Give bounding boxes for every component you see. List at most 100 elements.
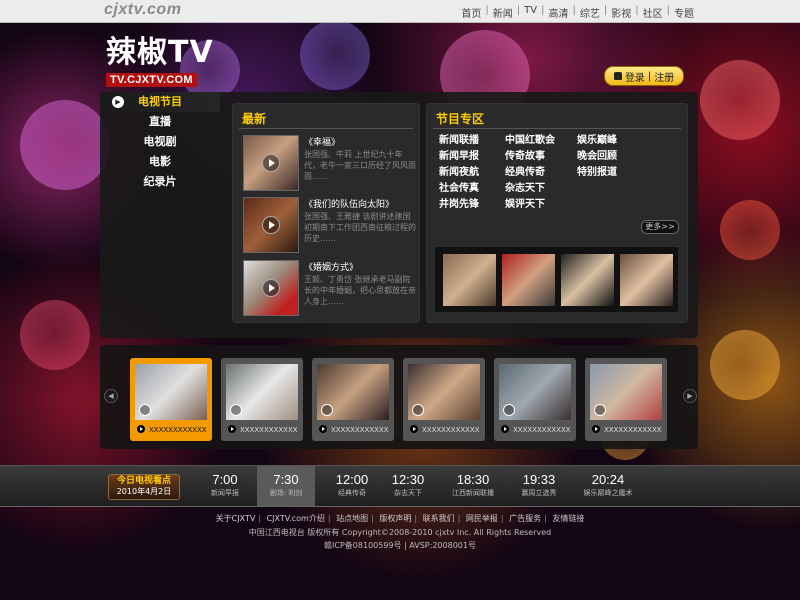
top-nav-home[interactable]: 首页 (459, 5, 483, 20)
news-title[interactable]: 《我们的队伍向太阳》 (304, 197, 394, 210)
slot-program: 新闻早报 (211, 489, 239, 497)
news-item[interactable]: 《婚姻方式》 王姬、丁勇岱 张继承老马副院长的中年婚姻，把心思都放在亲人身上…… (243, 260, 416, 316)
footer: 关于CJXTV | CJXTV.com介绍 | 站点地图 | 版权声明 | 联系我们 | … (0, 512, 800, 552)
program-thumbnail[interactable] (443, 254, 496, 306)
bokeh-bubble (20, 300, 90, 370)
bokeh-bubble (20, 100, 110, 190)
footer-link[interactable]: 广告服务 (509, 514, 541, 523)
program-thumbnail[interactable] (561, 254, 614, 306)
slot-program: 娱乐巅峰之魔术 (583, 489, 633, 497)
divider (239, 128, 413, 129)
play-icon (137, 425, 145, 433)
schedule-slot[interactable]: 20:24 娱乐巅峰之魔术 (574, 466, 642, 506)
brand-title: 辣椒TV (106, 35, 214, 70)
carousel-item[interactable]: XXXXXXXXXXXX (585, 358, 667, 441)
news-item[interactable]: 《幸福》 张国强、牛莉 上世纪九十年代，老牛一家三口历经了风风雨雨…… (243, 135, 416, 191)
arrow-right-icon: ▶ (112, 96, 124, 108)
footer-link[interactable]: 网民举报 (466, 514, 498, 523)
sidebar-item-tv-series[interactable]: 电视剧 (100, 132, 220, 152)
news-thumbnail[interactable] (243, 260, 299, 316)
news-description: 王姬、丁勇岱 张继承老马副院长的中年婚姻，把心思都放在亲人身上…… (304, 275, 416, 306)
footer-link[interactable]: 站点地图 (336, 514, 368, 523)
top-nav-community[interactable]: 社区 (641, 5, 665, 20)
news-description: 张国强、王雅捷 该剧讲述建国初期南下工作团西南征粮过程的历史…… (304, 212, 416, 243)
program-link[interactable]: 新闻夜航 (439, 163, 479, 178)
program-thumbnail[interactable] (620, 254, 673, 306)
carousel-item[interactable]: XXXXXXXXXXXX (312, 358, 394, 441)
top-nav-hd[interactable]: 高清 (547, 5, 571, 20)
carousel-item[interactable]: XXXXXXXXXXXX (221, 358, 303, 441)
slot-time: 18:30 (456, 472, 490, 487)
sidebar-item-live[interactable]: 直播 (100, 112, 220, 132)
program-link[interactable]: 特别报道 (577, 163, 617, 178)
sidebar-item-documentary[interactable]: 纪录片 (100, 172, 220, 192)
carousel-next-button[interactable]: ▶ (683, 389, 697, 403)
carousel-item[interactable]: XXXXXXXXXXXX (130, 358, 212, 441)
top-nav-tv[interactable]: TV (522, 5, 539, 20)
program-thumbnails (435, 247, 678, 312)
play-icon (503, 404, 515, 416)
program-link[interactable]: 社会传真 (439, 179, 479, 194)
carousel-item[interactable]: XXXXXXXXXXXX (494, 358, 576, 441)
play-icon (262, 154, 280, 172)
program-link[interactable]: 娱评天下 (505, 195, 545, 210)
carousel-item[interactable]: XXXXXXXXXXXX (403, 358, 485, 441)
divider (433, 128, 681, 129)
register-link[interactable]: 注册 (654, 69, 674, 84)
news-item[interactable]: 《我们的队伍向太阳》 张国强、王雅捷 该剧讲述建国初期南下工作团西南征粮过程的历… (243, 197, 416, 253)
footer-link[interactable]: CJXTV.com介绍 (267, 514, 325, 523)
top-nav-film[interactable]: 影视 (609, 5, 633, 20)
carousel-item-label: XXXXXXXXXXXX (513, 426, 571, 434)
slot-time: 7:30 (273, 472, 299, 487)
carousel-thumbnail (317, 364, 389, 420)
schedule-slot[interactable]: 19:33 赢周立选秀 (508, 466, 570, 506)
program-link[interactable]: 晚会回顾 (577, 147, 617, 162)
news-thumbnail[interactable] (243, 135, 299, 191)
sidebar-item-movies[interactable]: 电影 (100, 152, 220, 172)
more-button[interactable]: 更多>> (641, 220, 679, 234)
today-highlights-title: 今日电视看点 (116, 476, 171, 486)
schedule-slot[interactable]: 12:00 经典传奇 (321, 466, 383, 506)
program-link[interactable]: 娱乐巅峰 (577, 131, 617, 146)
footer-link[interactable]: 联系我们 (423, 514, 455, 523)
top-nav-news[interactable]: 新闻 (491, 5, 515, 20)
program-link[interactable]: 新闻联播 (439, 131, 479, 146)
program-link[interactable]: 新闻早报 (439, 147, 479, 162)
footer-link[interactable]: 关于CJXTV (216, 514, 256, 523)
play-icon (410, 425, 418, 433)
news-thumbnail[interactable] (243, 197, 299, 253)
slot-program: 杂志天下 (394, 489, 422, 497)
site-logo[interactable]: cjxtv.com (104, 1, 181, 19)
program-link[interactable]: 杂志天下 (505, 179, 545, 194)
schedule-slot[interactable]: 7:00 新闻早报 (194, 466, 256, 506)
news-title[interactable]: 《婚姻方式》 (304, 260, 358, 273)
sidebar-item-tv-programs[interactable]: ▶ 电视节目 (100, 92, 220, 112)
schedule-slot[interactable]: 12:30 杂志天下 (377, 466, 439, 506)
program-link[interactable]: 中国红歌会 (505, 131, 555, 146)
program-link[interactable]: 井岗先锋 (439, 195, 479, 210)
carousel-thumbnail (135, 364, 207, 420)
top-nav-special[interactable]: 专题 (672, 5, 696, 20)
lock-icon (613, 72, 622, 80)
play-icon (592, 425, 600, 433)
carousel-prev-button[interactable]: ◀ (104, 389, 118, 403)
news-description: 张国强、牛莉 上世纪九十年代，老牛一家三口历经了风风雨雨…… (304, 150, 416, 181)
program-link[interactable]: 传奇故事 (505, 147, 545, 162)
login-link[interactable]: 登录 (625, 69, 645, 84)
news-title[interactable]: 《幸福》 (304, 135, 340, 148)
program-link[interactable]: 经典传奇 (505, 163, 545, 178)
top-nav-variety[interactable]: 综艺 (578, 5, 602, 20)
carousel-item-label: XXXXXXXXXXXX (331, 426, 389, 434)
carousel-item-label: XXXXXXXXXXXX (604, 426, 662, 434)
brand-logo[interactable]: 辣椒TV TV.CJXTV.COM (106, 38, 214, 87)
schedule-slot-current[interactable]: 7:30 剧场: 利剑 (257, 466, 315, 506)
copyright-text: 中国江西电视台 版权所有 Copyright©2008-2010 cjxtv I… (248, 528, 552, 537)
sidebar-item-label: 电视节目 (138, 95, 182, 108)
footer-link[interactable]: 友情链接 (552, 514, 584, 523)
program-thumbnail[interactable] (502, 254, 555, 306)
footer-link[interactable]: 版权声明 (379, 514, 411, 523)
slot-time: 7:00 (212, 472, 238, 487)
slot-program: 剧场: 利剑 (269, 489, 303, 497)
latest-title: 最新 (242, 112, 267, 126)
schedule-slot[interactable]: 18:30 江西新闻联播 (442, 466, 504, 506)
